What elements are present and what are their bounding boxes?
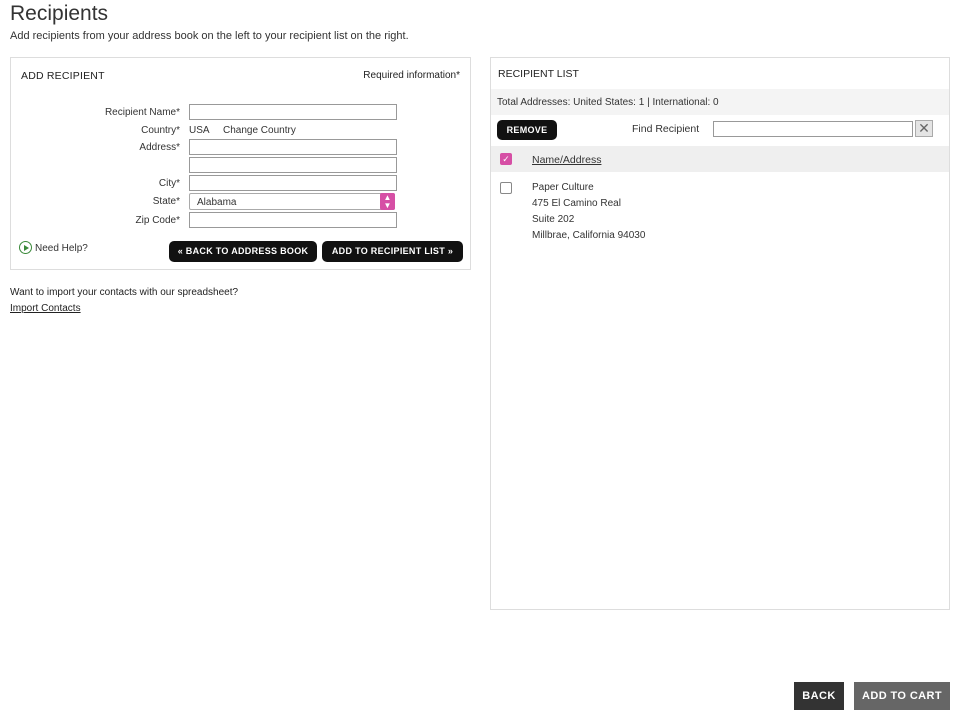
- change-country-link[interactable]: Change Country: [223, 125, 296, 136]
- recipient-address-line: Suite 202: [532, 214, 575, 225]
- state-selected-value: Alabama: [197, 197, 237, 208]
- recipient-address-line: Millbrae, California 94030: [532, 230, 646, 241]
- add-recipient-title: ADD RECIPIENT: [21, 70, 105, 82]
- address-row-2: [11, 157, 472, 174]
- find-recipient-label: Find Recipient: [632, 123, 700, 135]
- city-row: City*: [11, 175, 472, 192]
- country-value: USA: [189, 125, 210, 136]
- recipient-list-panel: RECIPIENT LIST Total Addresses: United S…: [490, 57, 950, 610]
- city-input[interactable]: [189, 175, 397, 191]
- address-label: Address*: [139, 142, 180, 153]
- remove-button[interactable]: REMOVE: [497, 120, 557, 140]
- recipient-address: Paper Culture 475 El Camino Real Suite 2…: [532, 180, 645, 244]
- recipient-name-label: Recipient Name*: [104, 107, 180, 118]
- country-label: Country*: [141, 125, 180, 136]
- country-row: Country* USA Change Country: [11, 122, 472, 139]
- find-recipient-input[interactable]: [713, 121, 913, 137]
- totals-text: Total Addresses: United States: 1 | Inte…: [497, 97, 719, 108]
- need-help-label: Need Help?: [35, 243, 88, 254]
- play-circle-icon: [19, 241, 32, 254]
- clear-search-icon[interactable]: ✕: [915, 120, 933, 137]
- select-all-checkbox[interactable]: ✓: [500, 153, 512, 165]
- totals-bar: Total Addresses: United States: 1 | Inte…: [491, 89, 949, 115]
- add-to-cart-button[interactable]: ADD TO CART: [854, 682, 950, 710]
- import-contacts-link[interactable]: Import Contacts: [10, 303, 81, 314]
- required-note: Required information*: [363, 70, 460, 81]
- import-question: Want to import your contacts with our sp…: [10, 287, 239, 298]
- city-label: City*: [158, 178, 180, 189]
- address-row: Address*: [11, 139, 472, 156]
- page-title: Recipients: [10, 2, 109, 25]
- recipient-address-line: Paper Culture: [532, 182, 594, 193]
- zip-input[interactable]: [189, 212, 397, 228]
- address-line2-input[interactable]: [189, 157, 397, 173]
- add-recipient-panel: ADD RECIPIENT Required information* Reci…: [10, 57, 471, 270]
- recipient-name-input[interactable]: [189, 104, 397, 120]
- add-to-recipient-list-button[interactable]: ADD TO RECIPIENT LIST »: [322, 241, 463, 262]
- zip-row: Zip Code*: [11, 212, 472, 229]
- state-row: State* Alabama ▲ ▼: [11, 193, 472, 210]
- zip-label: Zip Code*: [135, 215, 180, 226]
- name-address-column-header[interactable]: Name/Address: [532, 154, 601, 166]
- recipient-checkbox[interactable]: [500, 182, 512, 194]
- back-to-address-book-button[interactable]: « BACK TO ADDRESS BOOK: [169, 241, 317, 262]
- recipient-name-row: Recipient Name*: [11, 104, 472, 121]
- need-help-link[interactable]: Need Help?: [19, 241, 88, 254]
- recipient-list-title: RECIPIENT LIST: [498, 68, 579, 80]
- state-select[interactable]: Alabama ▲ ▼: [189, 193, 395, 210]
- address-line1-input[interactable]: [189, 139, 397, 155]
- back-button[interactable]: BACK: [794, 682, 844, 710]
- recipient-address-line: 475 El Camino Real: [532, 198, 621, 209]
- select-arrows-icon: ▲ ▼: [380, 193, 395, 210]
- list-header-row: ✓ Name/Address: [491, 146, 949, 172]
- state-label: State*: [152, 196, 180, 207]
- page-subtitle: Add recipients from your address book on…: [10, 30, 409, 42]
